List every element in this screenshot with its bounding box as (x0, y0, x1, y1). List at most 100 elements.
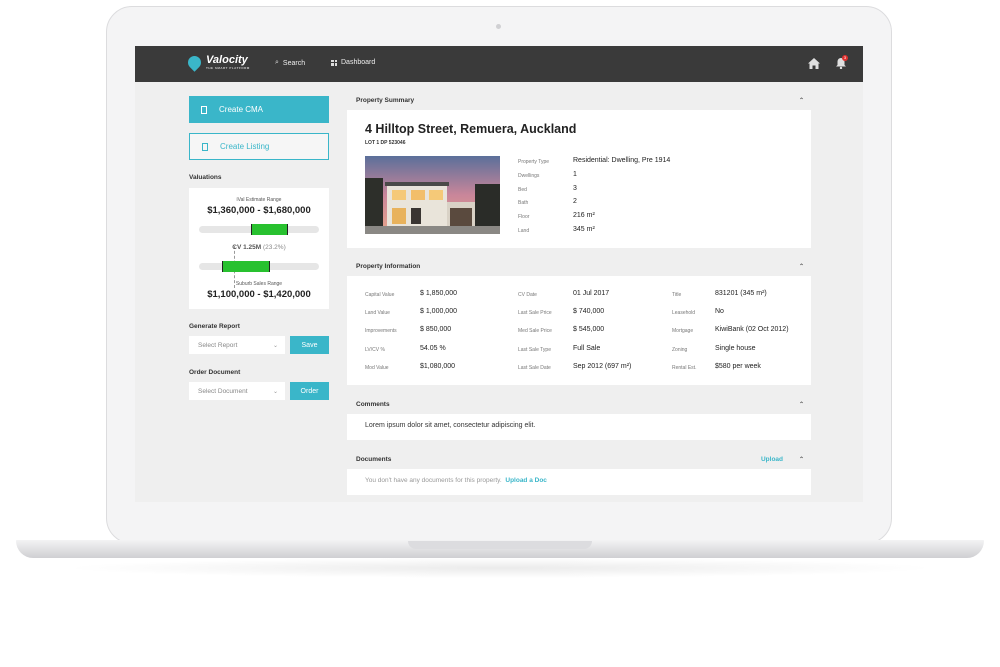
summary-value: 2 (573, 198, 577, 205)
app-logo[interactable]: Valocity THE SMART PLATFORM (185, 53, 250, 72)
info-label: Title (672, 292, 682, 298)
chevron-up-icon[interactable]: ⌃ (799, 456, 804, 463)
cv-percent: (23.2%) (262, 244, 286, 251)
info-label: Land Value (365, 310, 390, 316)
info-value: No (715, 308, 724, 315)
summary-label: Floor (518, 214, 530, 220)
order-document-heading: Order Document (189, 369, 241, 376)
report-select-placeholder: Select Report (198, 341, 238, 349)
property-summary-panel: 4 Hilltop Street, Remuera, Auckland LOT … (347, 110, 811, 248)
info-value: $ 850,000 (420, 326, 452, 333)
suburb-caption: Suburb Sales Range (235, 281, 283, 287)
summary-label: Bed (518, 187, 527, 193)
create-cma-label: Create CMA (219, 105, 264, 114)
info-label: Last Sale Type (518, 347, 551, 353)
app-screen: Valocity THE SMART PLATFORM ⌕ Search Das… (135, 46, 863, 502)
info-label: CV Date (518, 292, 537, 298)
property-lot: LOT 1 DP 523046 (365, 140, 406, 146)
create-cma-button[interactable]: Create CMA (189, 96, 329, 123)
property-information-header[interactable]: Property Information ⌃ (347, 256, 811, 276)
info-value: Sep 2012 (697 m²) (573, 363, 632, 370)
summary-value: 216 m² (573, 212, 595, 219)
summary-value: Residential: Dwelling, Pre 1914 (573, 157, 671, 164)
generate-report-heading: Generate Report (189, 323, 240, 330)
laptop-shadow (60, 558, 940, 578)
info-label: Mod Value (365, 365, 389, 371)
create-listing-button[interactable]: Create Listing (189, 133, 329, 160)
upload-link[interactable]: Upload (761, 456, 783, 463)
info-label: Improvements (365, 328, 397, 334)
location-pin-icon (185, 53, 204, 72)
valuations-card: iVal Estimate Range $1,360,000 - $1,680,… (189, 188, 329, 309)
info-value: 54.05 % (420, 345, 446, 352)
chevron-down-icon: ⌄ (272, 388, 278, 395)
summary-label: Land (518, 228, 530, 234)
comment-text: Lorem ipsum dolor sit amet, consectetur … (365, 422, 536, 429)
search-icon: ⌕ (275, 59, 279, 66)
nav-dashboard[interactable]: Dashboard (331, 59, 375, 66)
documents-panel: You don't have any documents for this pr… (347, 469, 811, 495)
document-select[interactable]: Select Document ⌄ (189, 382, 285, 400)
info-label: Rental Est. (672, 365, 697, 371)
chevron-up-icon[interactable]: ⌃ (799, 97, 804, 104)
chevron-up-icon[interactable]: ⌃ (799, 263, 804, 270)
info-value: Single house (715, 345, 756, 352)
logo-text: Valocity (206, 54, 248, 66)
cv-label: CV 1.25M (23.2%) (189, 244, 329, 251)
comments-panel: Lorem ipsum dolor sit amet, consectetur … (347, 414, 811, 440)
cv-value: CV 1.25M (232, 244, 262, 251)
summary-label: Bath (518, 200, 529, 206)
property-summary-header[interactable]: Property Summary ⌃ (347, 90, 811, 110)
property-address: 4 Hilltop Street, Remuera, Auckland (365, 122, 577, 136)
info-value: 831201 (345 m²) (715, 290, 767, 297)
save-button[interactable]: Save (290, 336, 329, 354)
info-label: Mortgage (672, 328, 694, 334)
comments-header[interactable]: Comments ⌃ (347, 394, 811, 414)
no-documents-message: You don't have any documents for this pr… (365, 477, 547, 484)
info-value: KiwiBank (02 Oct 2012) (715, 326, 789, 333)
logo-tagline: THE SMART PLATFORM (206, 66, 250, 70)
chevron-down-icon: ⌄ (272, 342, 278, 349)
suburb-range: $1,100,000 - $1,420,000 (207, 289, 311, 300)
info-label: Leasehold (672, 310, 696, 316)
info-label: LV/CV % (365, 347, 385, 353)
ival-caption: iVal Estimate Range (236, 197, 282, 203)
documents-title: Documents (356, 455, 392, 463)
dashboard-grid-icon (331, 59, 337, 66)
listing-icon (202, 142, 208, 151)
report-select[interactable]: Select Report ⌄ (189, 336, 285, 354)
summary-label: Property Type (518, 159, 550, 165)
valuations-heading: Valuations (189, 174, 222, 181)
info-value: Full Sale (573, 345, 601, 352)
info-label: Last Sale Price (518, 310, 552, 316)
property-photo (365, 156, 500, 234)
info-value: $ 545,000 (573, 326, 605, 333)
ival-range: $1,360,000 - $1,680,000 (207, 205, 311, 216)
info-label: Capital Value (365, 292, 395, 298)
summary-value: 1 (573, 171, 577, 178)
info-value: 01 Jul 2017 (573, 290, 610, 297)
upload-doc-link[interactable]: Upload a Doc (505, 477, 547, 484)
nav-search[interactable]: ⌕ Search (275, 59, 305, 67)
document-icon (201, 105, 207, 114)
info-label: Med Sale Price (518, 328, 552, 334)
info-value: $ 1,000,000 (420, 308, 457, 315)
property-information-panel: Capital Value $ 1,850,000 Land Value $ 1… (347, 276, 811, 385)
summary-label: Dwellings (518, 173, 540, 179)
laptop-camera (496, 24, 501, 29)
property-information-title: Property Information (356, 262, 421, 270)
info-value: $1,080,000 (420, 363, 456, 370)
chevron-up-icon[interactable]: ⌃ (799, 401, 804, 408)
ival-range-bar (251, 224, 288, 235)
documents-header[interactable]: Documents Upload ⌃ (347, 449, 811, 469)
info-label: Zoning (672, 347, 688, 353)
notification-badge: 3 (842, 55, 848, 61)
info-value: $ 740,000 (573, 308, 605, 315)
laptop-notch (408, 541, 592, 549)
nav-dashboard-label: Dashboard (341, 59, 376, 66)
summary-value: 345 m² (573, 226, 595, 233)
home-icon[interactable] (808, 58, 820, 69)
nav-search-label: Search (282, 59, 306, 67)
order-button[interactable]: Order (290, 382, 329, 400)
info-value: $ 1,850,000 (420, 290, 457, 297)
